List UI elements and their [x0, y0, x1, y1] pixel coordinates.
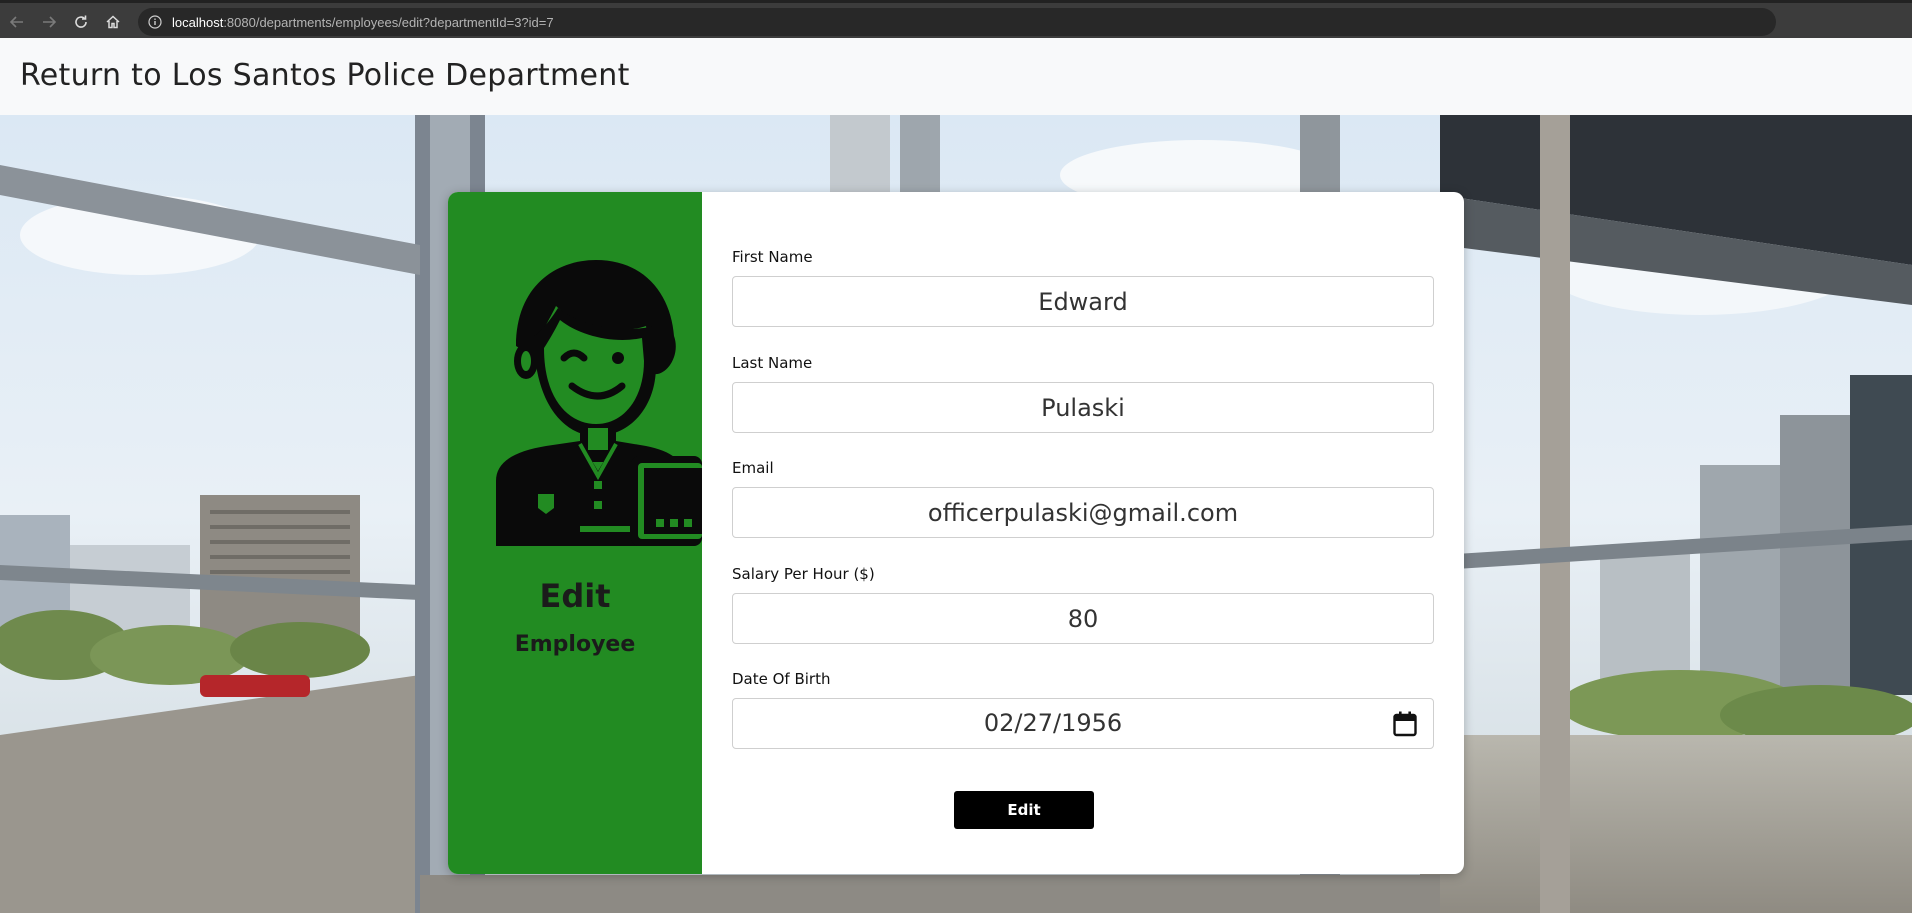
info-icon: [148, 15, 162, 29]
dob-label: Date Of Birth: [732, 670, 831, 688]
home-button[interactable]: [100, 9, 126, 35]
email-input[interactable]: [732, 487, 1434, 538]
forward-button[interactable]: [36, 9, 62, 35]
first-name-input[interactable]: [732, 276, 1434, 327]
edit-submit-button[interactable]: Edit: [954, 791, 1094, 829]
employee-form: First Name Last Name Email Salary Per Ho…: [732, 192, 1434, 874]
last-name-label: Last Name: [732, 354, 813, 372]
url-host: localhost: [172, 14, 224, 30]
salary-input[interactable]: [732, 593, 1434, 644]
card-title: Edit: [539, 577, 611, 615]
url-path: :8080/departments/employees/edit?departm…: [223, 14, 554, 30]
edit-employee-card: Edit Employee First Name Last Name Email…: [448, 192, 1464, 874]
app-header: Return to Los Santos Police Department: [0, 38, 1912, 115]
first-name-label: First Name: [732, 248, 813, 266]
home-icon: [106, 15, 120, 29]
reload-button[interactable]: [68, 9, 94, 35]
employee-avatar-icon: [496, 256, 702, 546]
dob-value: 02/27/1956: [983, 709, 1123, 737]
arrow-right-icon: [43, 16, 57, 28]
reload-icon: [75, 15, 87, 28]
dob-input[interactable]: 02/27/1956: [732, 698, 1434, 749]
address-bar[interactable]: localhost:8080/departments/employees/edi…: [138, 8, 1776, 36]
card-subtitle: Employee: [514, 632, 636, 657]
return-to-department-link[interactable]: Return to Los Santos Police Department: [20, 58, 630, 93]
browser-toolbar: localhost:8080/departments/employees/edi…: [0, 0, 1912, 38]
calendar-icon[interactable]: [1393, 711, 1417, 737]
back-button[interactable]: [4, 9, 30, 35]
salary-label: Salary Per Hour ($): [732, 565, 875, 583]
card-sidebar: Edit Employee: [448, 192, 702, 874]
arrow-left-icon: [9, 16, 23, 28]
email-label: Email: [732, 459, 774, 477]
last-name-input[interactable]: [732, 382, 1434, 433]
